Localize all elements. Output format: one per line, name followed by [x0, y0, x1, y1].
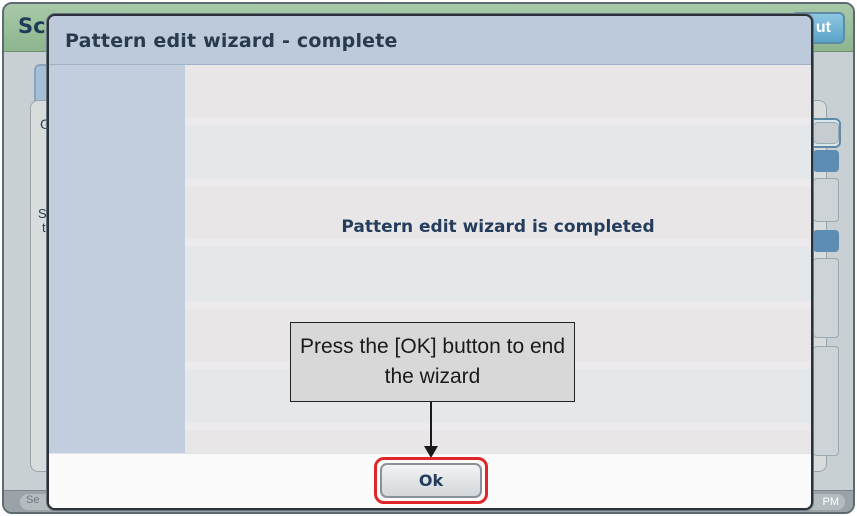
app-title: Sc — [18, 14, 46, 38]
app-right-box — [813, 178, 839, 222]
ok-button[interactable]: Ok — [380, 463, 482, 498]
completion-message: Pattern edit wizard is completed — [341, 217, 655, 237]
instruction-callout: Press the [OK] button to end the wizard — [290, 322, 575, 402]
callout-arrow-line — [430, 402, 432, 450]
dialog-sidebar — [49, 65, 185, 453]
app-right-bar — [813, 230, 839, 252]
app-right-bar — [813, 150, 839, 172]
dialog-titlebar: Pattern edit wizard - complete — [49, 16, 811, 65]
app-right-box — [813, 346, 839, 456]
dialog-title: Pattern edit wizard - complete — [65, 30, 398, 52]
app-right-box — [813, 258, 839, 338]
app-right-control[interactable] — [813, 122, 839, 144]
